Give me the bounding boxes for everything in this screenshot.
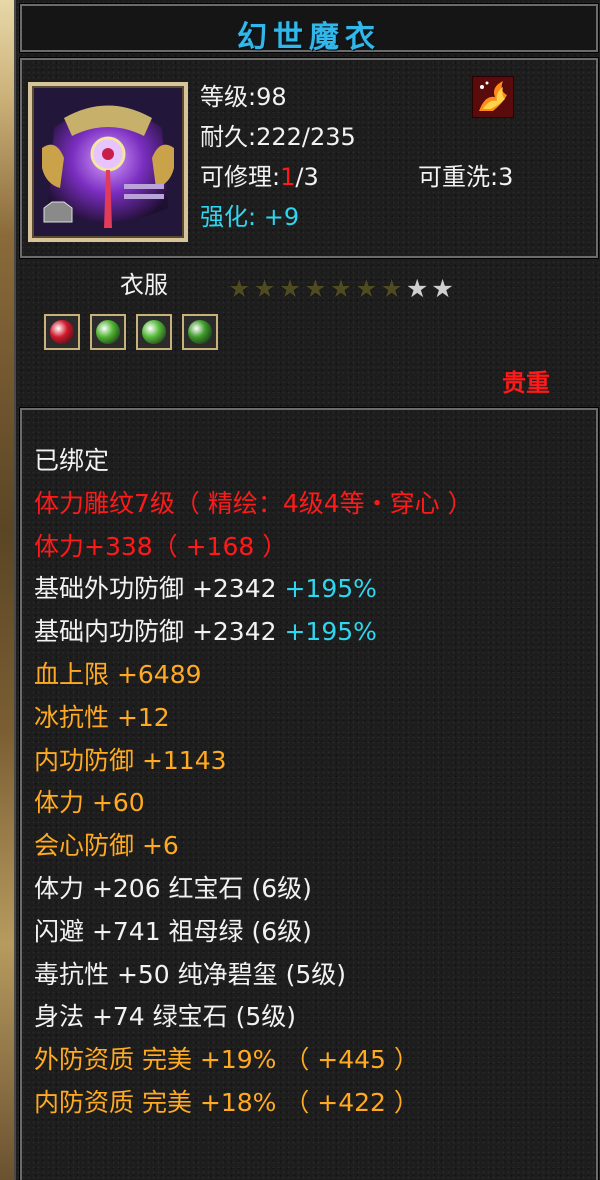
attribute-text: 内功防御 +1143: [34, 745, 227, 775]
attribute-row: 血上限 +6489: [34, 654, 594, 697]
gem-core: [50, 320, 74, 344]
gem-core: [188, 320, 212, 344]
durability-label: 耐久:222/235: [200, 123, 356, 151]
gem-core: [96, 320, 120, 344]
star-filled-icon: ★: [380, 274, 403, 303]
attribute-text: 内防资质 完美 +18% （ +422 ）: [34, 1087, 419, 1117]
attribute-text: 体力+338（ +168 ）: [34, 531, 288, 561]
attribute-text: 体力 +206 红宝石 (6级): [34, 873, 312, 903]
rarity-label: 贵重: [502, 369, 550, 397]
attribute-row: 冰抗性 +12: [34, 697, 594, 740]
attribute-text: 已绑定: [34, 446, 110, 475]
attribute-percent: +195%: [276, 574, 377, 604]
attribute-percent: +195%: [276, 617, 377, 647]
star-empty-icon: ★: [431, 274, 454, 303]
attribute-text: 闪避 +741 祖母绿 (6级): [34, 916, 312, 946]
attribute-row: 身法 +74 绿宝石 (5级): [34, 996, 594, 1039]
attribute-row: 体力 +206 红宝石 (6级): [34, 868, 594, 911]
jade-gem-icon[interactable]: [182, 314, 218, 350]
title-bar: 幻世魔衣: [19, 3, 599, 55]
item-icon-frame[interactable]: [28, 82, 188, 242]
star-filled-icon: ★: [329, 274, 353, 303]
attribute-row: 体力雕纹7级（ 精绘：4级4等・穿心 ）: [34, 483, 594, 526]
attribute-row: 已绑定: [34, 440, 594, 483]
attribute-row: 内防资质 完美 +18% （ +422 ）: [34, 1082, 594, 1125]
background-window-edge: [0, 0, 14, 1180]
attribute-row: 会心防御 +6: [34, 825, 594, 868]
purple-armor-icon: [32, 86, 184, 238]
attribute-row: 基础外功防御 +2342 +195%: [34, 568, 594, 611]
attribute-row: 体力 +60: [34, 782, 594, 825]
attribute-row: 毒抗性 +50 纯净碧玺 (5级): [34, 954, 594, 997]
enhance-row: 强化: +9: [200, 202, 299, 232]
attribute-list: 已绑定体力雕纹7级（ 精绘：4级4等・穿心 ） 体力+338（ +168 ） 基础外…: [34, 440, 594, 1125]
attribute-text: 身法 +74 绿宝石 (5级): [34, 1002, 297, 1032]
attribute-row: 体力+338（ +168 ）: [34, 526, 594, 569]
repair-label: 可修理:1/3: [200, 162, 319, 192]
star-filled-icon: ★: [253, 274, 276, 303]
level-label: 等级:98: [200, 83, 287, 111]
rewash-label: 可重洗:3: [418, 163, 514, 191]
star-rating: ★ ★ ★ ★ ★ ★ ★ ★ ★: [228, 276, 454, 301]
attribute-text: 体力 +60: [34, 788, 145, 818]
enhance-value: +9: [263, 203, 300, 231]
star-filled-icon: ★: [355, 274, 378, 303]
repair-current: 1: [280, 163, 296, 191]
attribute-text: 毒抗性 +50 纯净碧玺 (5级): [34, 959, 347, 989]
star-filled-icon: ★: [278, 274, 302, 303]
gem-slots: [44, 314, 218, 350]
star-filled-icon: ★: [304, 274, 327, 303]
attribute-text: 血上限 +6489: [34, 659, 202, 689]
attribute-text: 会心防御 +6: [34, 831, 179, 861]
star-empty-icon: ★: [405, 274, 429, 303]
star-filled-icon: ★: [228, 274, 251, 303]
repair-prefix: 可修理:: [200, 163, 281, 191]
gem-core: [142, 320, 166, 344]
attribute-row: 闪避 +741 祖母绿 (6级): [34, 911, 594, 954]
phoenix-flame-icon: [472, 76, 514, 118]
attribute-text: 外防资质 完美 +19% （ +445 ）: [34, 1045, 419, 1075]
enhance-label: 强化:: [200, 203, 257, 231]
attribute-text: 基础外功防御 +2342: [34, 574, 277, 604]
attribute-row: 内功防御 +1143: [34, 740, 594, 783]
attribute-text: 基础内功防御 +2342: [34, 617, 277, 647]
attribute-text: 冰抗性 +12: [34, 702, 170, 732]
repair-suffix: /3: [295, 163, 319, 191]
emerald-gem-icon[interactable]: [136, 314, 172, 350]
emerald-gem-icon[interactable]: [90, 314, 126, 350]
item-name: 幻世魔衣: [237, 20, 381, 55]
attribute-text: 体力雕纹7级（ 精绘：4级4等・穿心 ）: [34, 488, 473, 518]
attribute-row: 基础内功防御 +2342 +195%: [34, 611, 594, 654]
item-type-label: 衣服: [120, 271, 168, 299]
ruby-gem-icon[interactable]: [44, 314, 80, 350]
attribute-row: 外防资质 完美 +19% （ +445 ）: [34, 1039, 594, 1082]
